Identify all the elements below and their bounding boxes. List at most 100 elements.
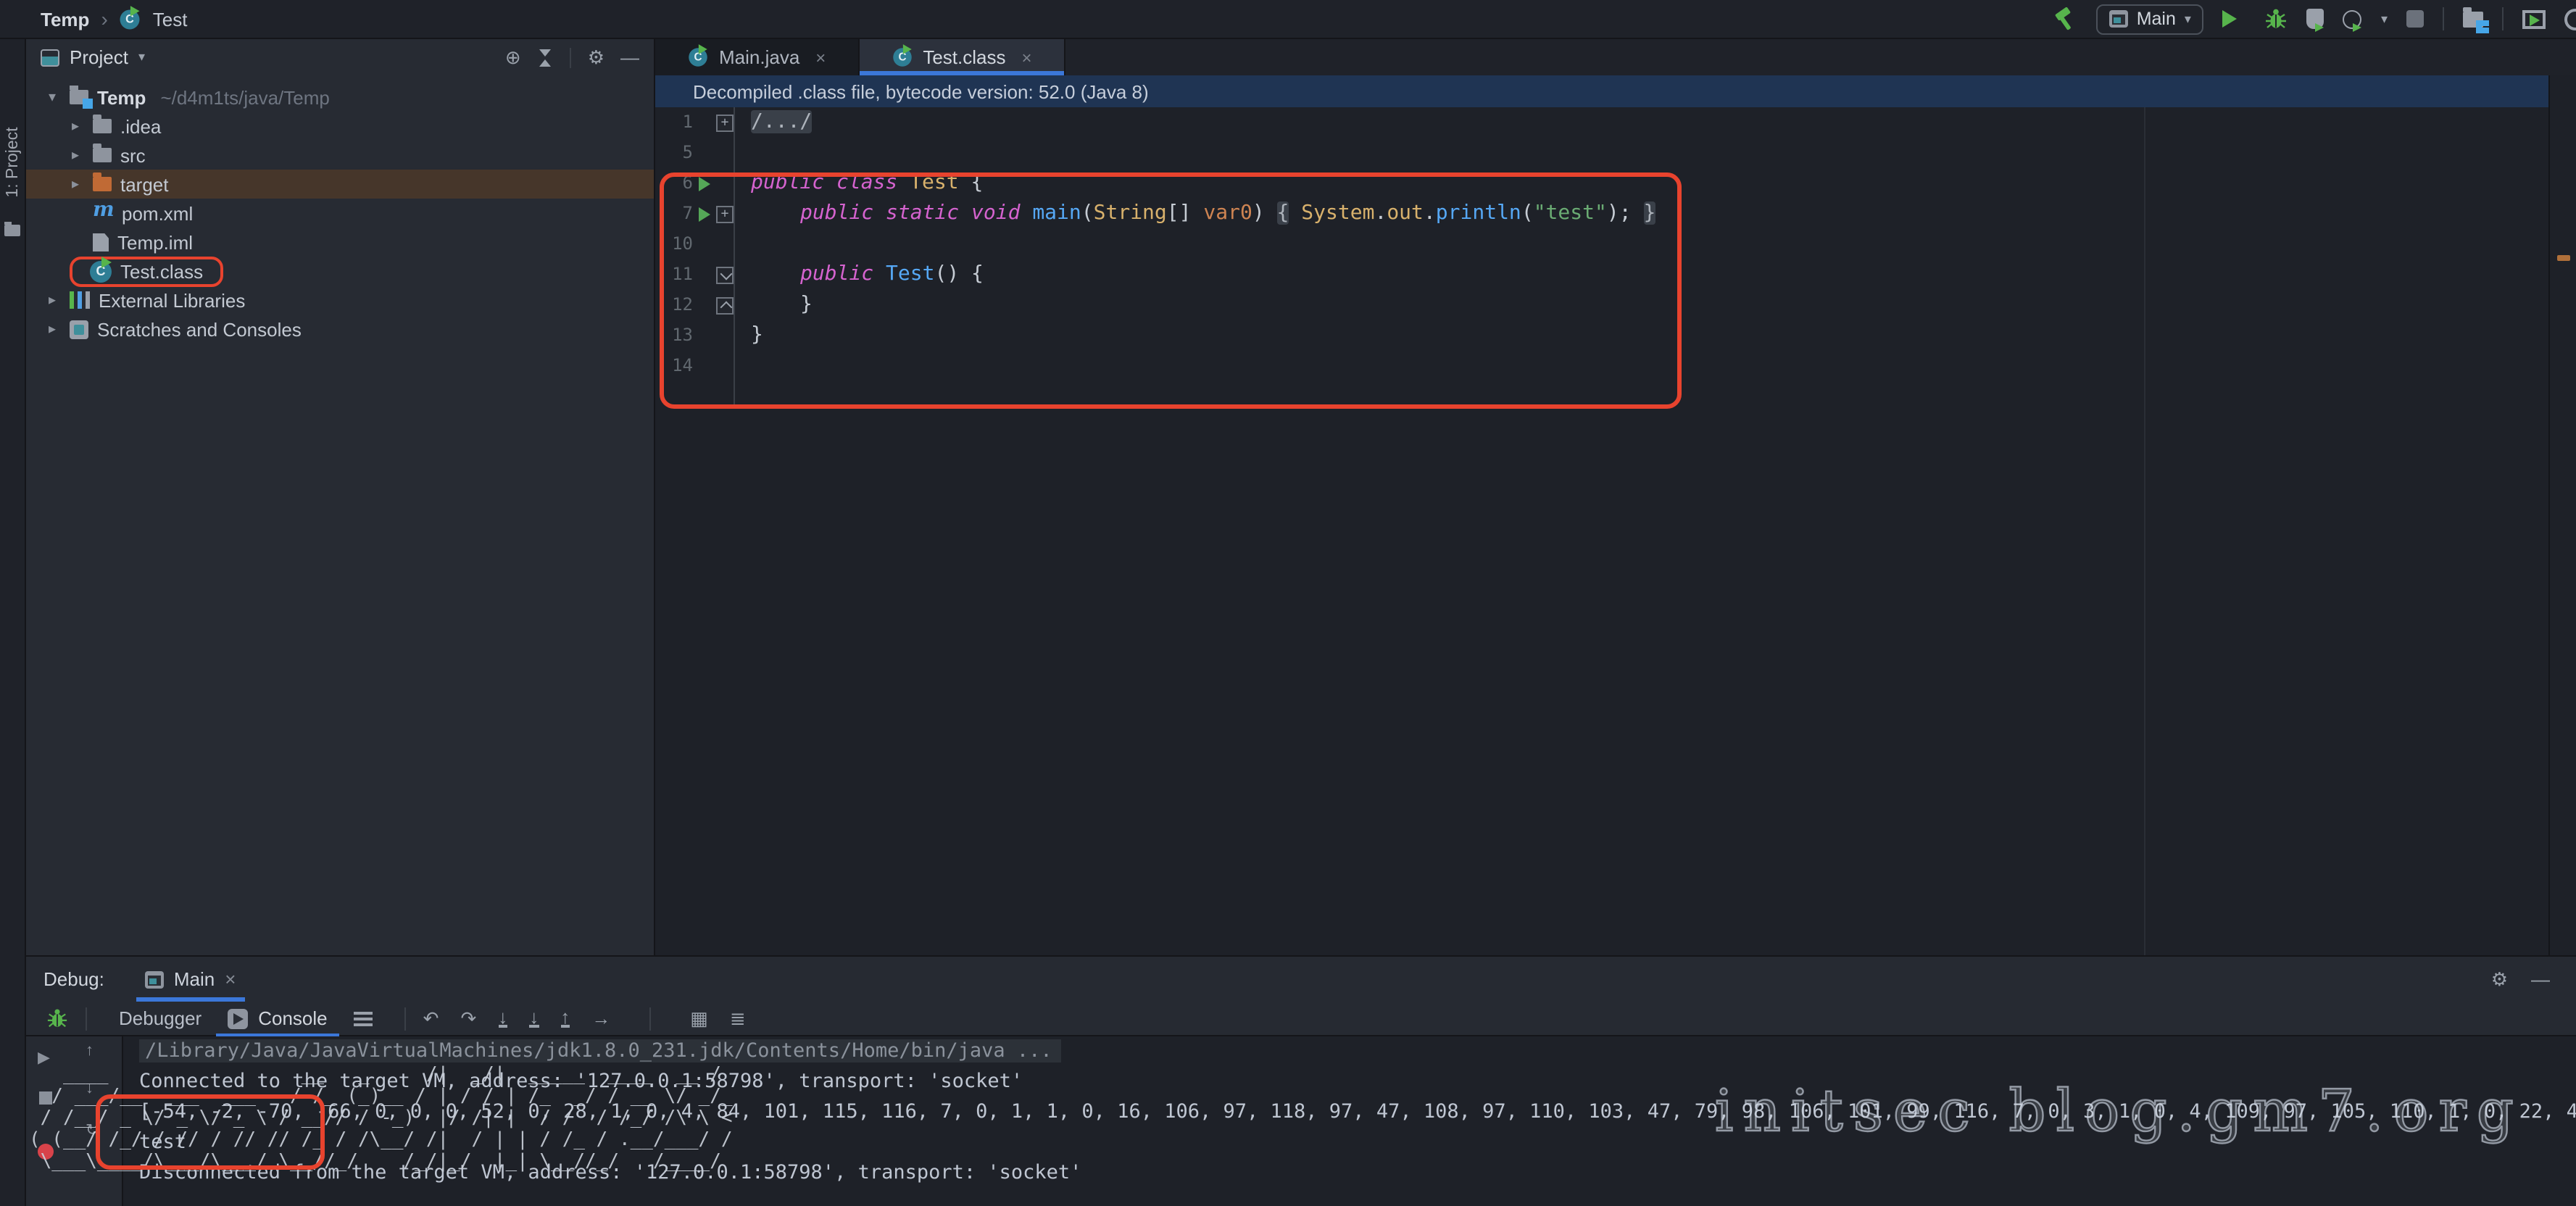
- breadcrumb-file[interactable]: Test: [153, 8, 188, 30]
- chevron-closed-icon[interactable]: [41, 321, 64, 337]
- tree-item-content: src: [93, 144, 146, 166]
- tree-item-src[interactable]: src: [26, 141, 654, 170]
- app-window-icon: [145, 970, 164, 988]
- tree-item-test-class[interactable]: Test.class: [26, 257, 654, 286]
- toolbar-separator: [2502, 7, 2504, 30]
- debug-view-tabs: Debugger Console ↶ ↷ ↓ ↓ ↑ → ▦ ≣: [26, 1002, 2576, 1036]
- tree-item-target[interactable]: target: [26, 170, 654, 199]
- app-window-icon: [2109, 10, 2128, 28]
- tree-item-path: ~/d4m1ts/java/Temp: [160, 86, 329, 108]
- tab-main-java[interactable]: Main.java ×: [655, 39, 859, 75]
- console-line-1[interactable]: /Library/Java/JavaVirtualMachines/jdk1.8…: [139, 1036, 2576, 1067]
- tool-stripe-project-button[interactable]: 1: Project: [4, 127, 22, 197]
- session-tab-label: Main: [174, 968, 215, 990]
- run-with-coverage-button[interactable]: [2307, 9, 2324, 29]
- tree-item--idea[interactable]: .idea: [26, 112, 654, 141]
- step-into-icon[interactable]: ↓: [498, 1009, 507, 1028]
- banner-text: Decompiled .class file, bytecode version…: [693, 80, 1149, 102]
- locate-icon[interactable]: ⊕: [505, 46, 521, 69]
- chevron-closed-icon[interactable]: [64, 147, 87, 163]
- tree-item-temp-iml[interactable]: Temp.iml: [26, 228, 654, 257]
- project-panel-title[interactable]: Project: [70, 46, 128, 68]
- hide-panel-icon[interactable]: —: [620, 46, 639, 68]
- profiler-button[interactable]: [2343, 9, 2362, 28]
- chevron-closed-icon[interactable]: [64, 118, 87, 134]
- chevron-closed-icon[interactable]: [64, 176, 87, 192]
- close-icon[interactable]: ×: [815, 47, 826, 67]
- tree-item-scratches-and-consoles[interactable]: Scratches and Consoles: [26, 315, 654, 344]
- show-execution-point-icon[interactable]: ↶: [423, 1007, 439, 1030]
- force-step-into-icon[interactable]: ↓: [529, 1009, 539, 1028]
- run-window-icon[interactable]: [2522, 9, 2546, 28]
- tab-test-class[interactable]: Test.class ×: [859, 39, 1065, 75]
- chevron-closed-icon[interactable]: [41, 292, 64, 308]
- tree-item-temp[interactable]: Temp ~/d4m1ts/java/Temp: [26, 83, 654, 112]
- bug-icon: [46, 1007, 68, 1029]
- menu-icon[interactable]: [354, 1011, 373, 1026]
- profiler-chevron-icon[interactable]: ▾: [2381, 11, 2388, 27]
- tree-item-content: Temp.iml: [93, 231, 193, 253]
- gutter: 5: [655, 138, 734, 168]
- decompiled-banner: Decompiled .class file, bytecode version…: [655, 75, 2548, 107]
- step-over-icon[interactable]: ↷: [460, 1007, 476, 1030]
- tree-item-label: Temp.iml: [117, 231, 193, 253]
- gutter: 1: [655, 107, 734, 138]
- editor-error-stripe[interactable]: [2548, 75, 2576, 955]
- run-to-cursor-icon[interactable]: →: [591, 1007, 610, 1029]
- search-everywhere-icon[interactable]: [2564, 8, 2576, 30]
- close-icon[interactable]: ×: [225, 968, 236, 990]
- tab-label: Test.class: [923, 46, 1005, 68]
- tree-item-external-libraries[interactable]: External Libraries: [26, 286, 654, 315]
- code-line-1[interactable]: 1/.../: [655, 107, 2548, 138]
- up-arrow-icon[interactable]: ↑: [86, 1042, 94, 1060]
- main-toolbar: Main ▾ ▾: [2053, 4, 2576, 34]
- debug-session-tab[interactable]: Main ×: [136, 957, 245, 1002]
- annotation-box-console: [96, 1094, 325, 1170]
- tree-item-label: target: [120, 173, 169, 195]
- build-hammer-icon[interactable]: [2053, 7, 2077, 31]
- title-bar: Temp › Test Main ▾: [0, 0, 2576, 39]
- step-out-icon[interactable]: ↑: [560, 1009, 570, 1028]
- tab-debugger[interactable]: Debugger: [104, 1007, 216, 1029]
- project-structure-icon[interactable]: [2463, 11, 2483, 27]
- gear-icon[interactable]: ⚙: [2491, 968, 2508, 991]
- scratches-icon: [70, 320, 88, 338]
- toolbar-separator: [86, 1007, 87, 1030]
- evaluate-expression-icon[interactable]: ▦: [690, 1007, 708, 1030]
- collapse-all-icon[interactable]: [537, 49, 554, 66]
- ide-window: Temp › Test Main ▾: [0, 0, 2576, 1206]
- run-config-selector[interactable]: Main ▾: [2096, 4, 2204, 34]
- code-line-5[interactable]: 5: [655, 138, 2548, 168]
- hide-panel-icon[interactable]: —: [2531, 968, 2550, 990]
- debug-bug-button[interactable]: [2265, 7, 2288, 30]
- toolbar-separator: [404, 1007, 406, 1030]
- tree-item-label: Test.class: [120, 260, 203, 282]
- toolbar-separator: [2443, 7, 2444, 30]
- run-button[interactable]: [2223, 10, 2246, 28]
- tree-item-pom-xml[interactable]: pom.xml: [26, 199, 654, 228]
- toolbar-separator: [570, 47, 572, 67]
- chevron-down-icon[interactable]: ▾: [138, 49, 145, 65]
- tree-item-content: Test.class: [70, 256, 223, 286]
- close-icon[interactable]: ×: [1021, 47, 1031, 67]
- class-icon: [893, 48, 912, 67]
- annotation-box-code: [660, 172, 1682, 409]
- tree-item-content: target: [93, 173, 169, 195]
- class-icon: [90, 260, 112, 282]
- folder-project-icon: [70, 90, 88, 104]
- project-tree: Temp ~/d4m1ts/java/Temp .idea src target pom.…: [26, 75, 654, 344]
- left-tool-stripe: 1: Project: [0, 39, 26, 1206]
- layout-settings-icon[interactable]: ≣: [730, 1007, 746, 1030]
- stop-button[interactable]: [2406, 10, 2424, 28]
- breadcrumb-separator-icon: ›: [101, 7, 107, 30]
- folder-icon: [93, 119, 112, 133]
- chevron-open-icon[interactable]: [41, 89, 64, 105]
- fold-plus-icon[interactable]: [716, 114, 734, 131]
- gear-icon[interactable]: ⚙: [588, 46, 604, 69]
- project-panel-header: Project ▾ ⊕ ⚙ —: [26, 39, 654, 75]
- tree-item-label: Temp: [97, 86, 146, 108]
- breadcrumb-project[interactable]: Temp: [41, 8, 89, 30]
- tree-item-label: pom.xml: [122, 202, 193, 224]
- libs-icon: [70, 291, 90, 309]
- tab-console[interactable]: Console: [216, 1001, 338, 1036]
